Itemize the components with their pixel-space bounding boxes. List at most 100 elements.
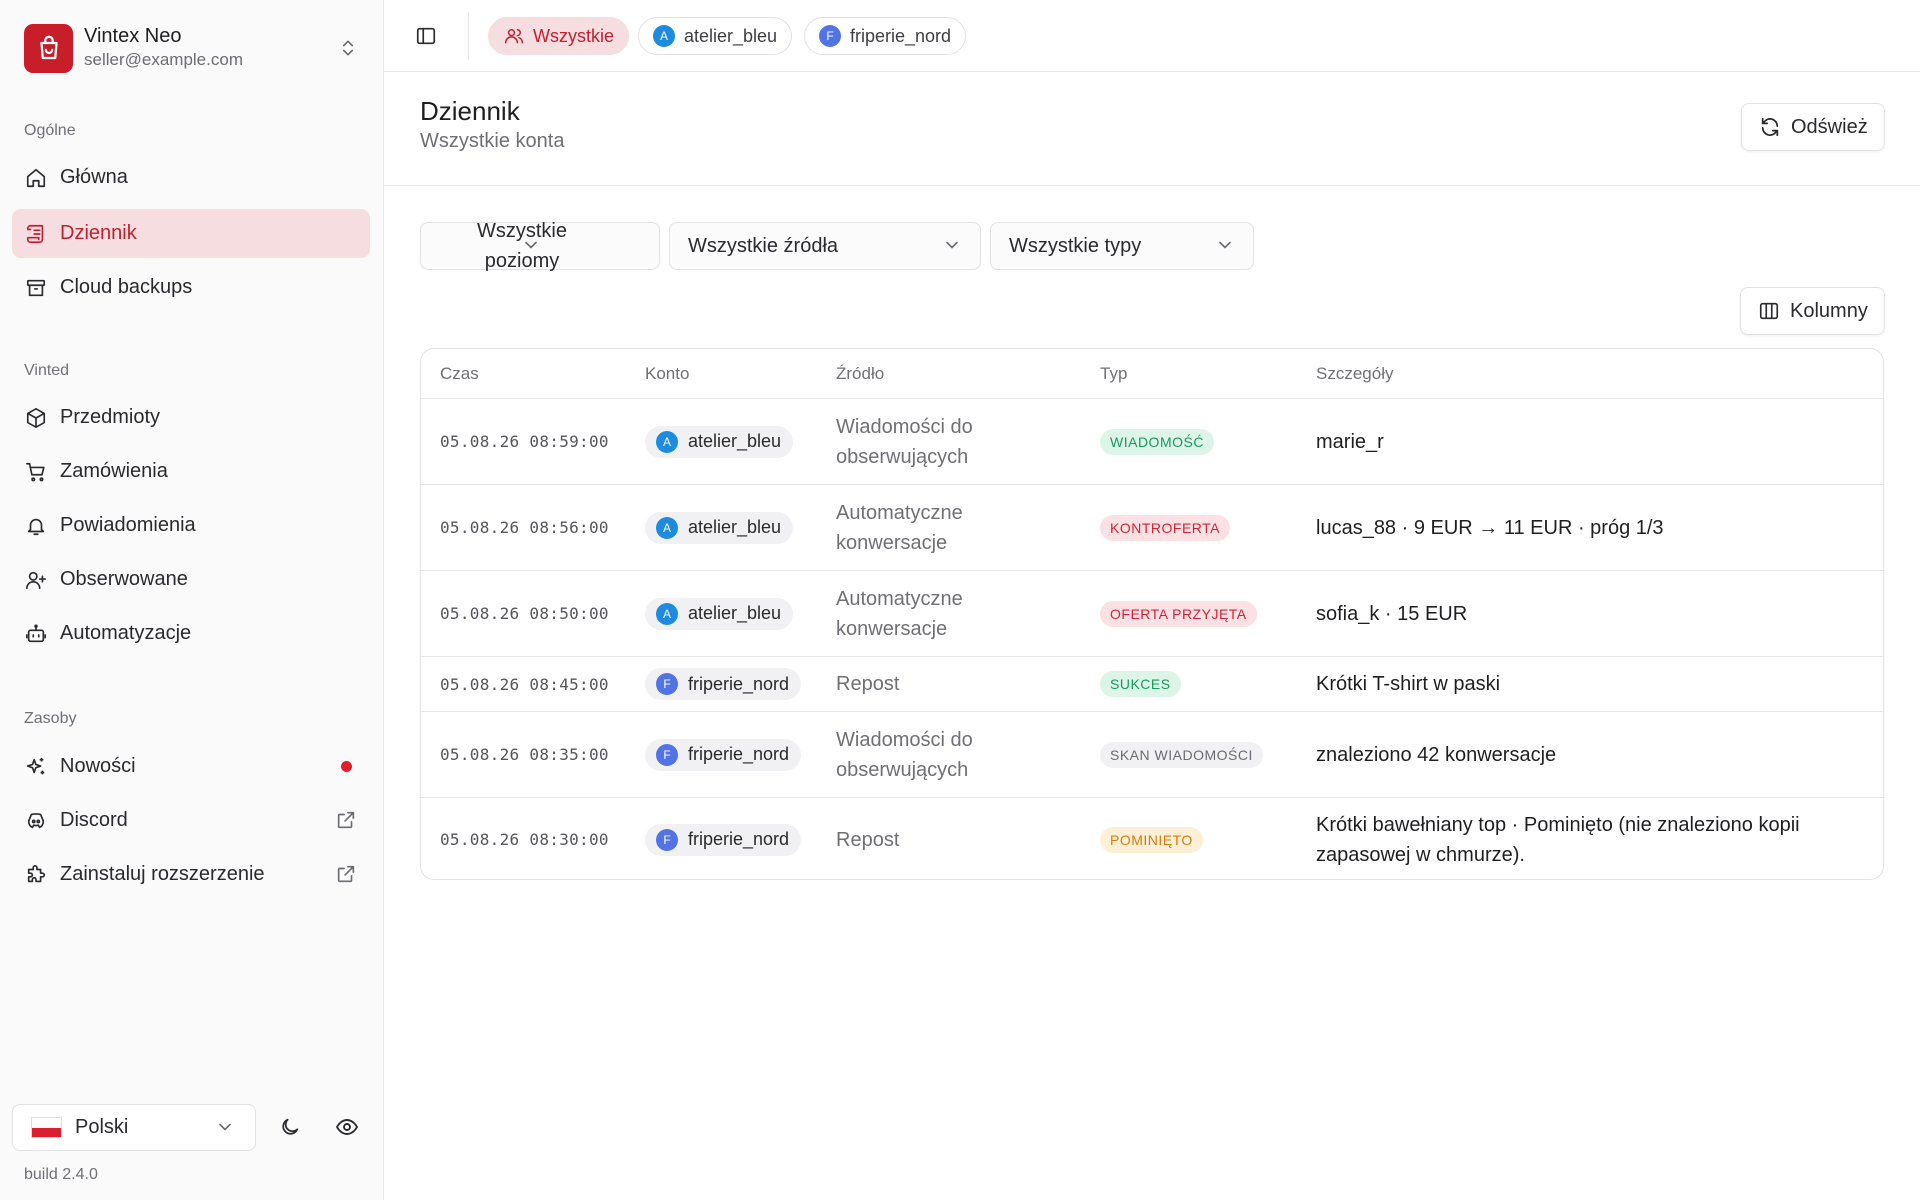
account-chip-atelier-bleu[interactable]: A atelier_bleu [638, 17, 793, 55]
bell-icon [24, 514, 48, 538]
refresh-icon [1758, 115, 1782, 139]
type-filter-select[interactable]: Wszystkie typy [990, 222, 1254, 270]
account-chip-friperie-nord[interactable]: F friperie_nord [804, 17, 967, 55]
account-pill: Aatelier_bleu [645, 511, 794, 544]
avatar: F [656, 743, 678, 766]
account-name: friperie_nord [688, 744, 790, 764]
column-header-details[interactable]: Szczegóły [1316, 364, 1393, 384]
sidebar-item-orders[interactable]: Zamówienia [12, 447, 370, 496]
sidebar-item-label: Główna [60, 166, 128, 188]
user-plus-icon [24, 568, 48, 592]
avatar: A [656, 602, 678, 625]
type-badge: OFERTA PRZYJĘTA [1100, 600, 1257, 627]
sidebar-item-label: Obserwowane [60, 568, 188, 590]
row-details: Krótki T-shirt w paski [1316, 673, 1501, 695]
bot-icon [24, 622, 48, 646]
level-filter-select[interactable]: Wszystkie poziomy [420, 220, 660, 272]
row-source: Automatyczne konwersacje [836, 501, 963, 554]
account-chip-all[interactable]: Wszystkie [488, 17, 629, 55]
page-subtitle: Wszystkie konta [420, 130, 565, 152]
account-pill: Aatelier_bleu [645, 425, 794, 458]
section-label-resources: Zasoby [24, 710, 77, 727]
account-pill: Ffriperie_nord [645, 738, 802, 771]
avatar: A [653, 25, 675, 47]
account-switcher[interactable]: Vintex Neo seller@example.com [24, 22, 360, 74]
sidebar-item-notifications[interactable]: Powiadomienia [12, 501, 370, 550]
language-select[interactable]: Polski [12, 1104, 256, 1151]
sidebar-item-label: Zamówienia [60, 460, 168, 482]
avatar: A [656, 516, 678, 539]
refresh-button[interactable]: Odśwież [1741, 103, 1885, 151]
account-name: atelier_bleu [688, 431, 782, 451]
avatar: F [656, 673, 678, 695]
sidebar-item-label: Dziennik [60, 222, 137, 244]
column-header-type[interactable]: Typ [1100, 364, 1127, 384]
brand-logo [24, 23, 73, 73]
table-row[interactable]: 05.08.26 08:30:00 Ffriperie_nord Repost … [421, 798, 1883, 879]
eye-icon[interactable] [333, 1113, 361, 1141]
log-table: Czas Konto Źródło Typ Szczegóły 05.08.26… [420, 348, 1884, 880]
column-header-account[interactable]: Konto [645, 364, 689, 384]
column-header-source[interactable]: Źródło [836, 364, 884, 384]
sidebar-item-label: Cloud backups [60, 276, 193, 298]
row-details: Krótki bawełniany top · Pominięto (nie z… [1316, 813, 1800, 866]
box-icon [24, 406, 48, 430]
avatar: F [819, 25, 841, 47]
columns-label: Kolumny [1790, 299, 1868, 322]
sidebar-item-cloud-backups[interactable]: Cloud backups [12, 263, 370, 312]
page-header: Dziennik Wszystkie konta Odśwież [384, 72, 1920, 186]
row-time: 05.08.26 08:45:00 [440, 674, 609, 694]
external-link-icon [334, 862, 358, 886]
chevrons-up-down-icon [336, 36, 360, 60]
page-title: Dziennik [420, 96, 520, 126]
sidebar-item-automations[interactable]: Automatyzacje [12, 609, 370, 658]
row-source: Automatyczne konwersacje [836, 587, 963, 640]
discord-icon [24, 809, 48, 833]
row-source: Wiadomości do obserwujących [836, 415, 973, 468]
sidebar-item-label: Zainstaluj rozszerzenie [60, 863, 265, 885]
unread-dot [334, 754, 358, 778]
users-icon [503, 25, 525, 47]
account-pill: Aatelier_bleu [645, 597, 794, 630]
sidebar-item-items[interactable]: Przedmioty [12, 393, 370, 442]
row-time: 05.08.26 08:30:00 [440, 830, 609, 849]
account-pill: Ffriperie_nord [645, 668, 802, 700]
sidebar-toggle-icon[interactable] [412, 22, 440, 50]
chevron-down-icon [942, 235, 962, 255]
type-badge: KONTROFERTA [1100, 514, 1230, 541]
row-source: Repost [836, 828, 900, 851]
moon-icon[interactable] [276, 1113, 304, 1141]
source-filter-select[interactable]: Wszystkie źródła [669, 222, 981, 270]
sidebar-item-discord[interactable]: Discord [12, 796, 370, 845]
type-badge: POMINIĘTO [1100, 826, 1203, 853]
row-details: marie_r [1316, 430, 1384, 453]
section-label-general: Ogólne [24, 122, 76, 139]
type-badge: SUKCES [1100, 671, 1181, 697]
column-header-time[interactable]: Czas [440, 364, 479, 384]
row-time: 05.08.26 08:56:00 [440, 518, 609, 537]
chevron-down-icon [215, 1117, 235, 1137]
language-label: Polski [75, 1116, 129, 1138]
sidebar-item-news[interactable]: Nowości [12, 742, 370, 791]
sidebar-item-label: Powiadomienia [60, 514, 196, 536]
sidebar: Vintex Neo seller@example.com Ogólne Głó… [0, 0, 384, 1200]
table-row[interactable]: 05.08.26 08:35:00 Ffriperie_nord Wiadomo… [421, 712, 1883, 798]
row-details: znaleziono 42 konwersacje [1316, 743, 1557, 766]
sidebar-item-followed[interactable]: Obserwowane [12, 555, 370, 604]
row-time: 05.08.26 08:35:00 [440, 745, 609, 764]
table-row[interactable]: 05.08.26 08:50:00 Aatelier_bleu Automaty… [421, 571, 1883, 657]
sidebar-item-log[interactable]: Dziennik [12, 209, 370, 258]
sidebar-item-install-extension[interactable]: Zainstaluj rozszerzenie [12, 850, 370, 899]
table-row[interactable]: 05.08.26 08:45:00 Ffriperie_nord Repost … [421, 657, 1883, 712]
build-version: build 2.4.0 [24, 1166, 98, 1183]
type-filter-value: Wszystkie typy [1009, 234, 1142, 257]
account-pill: Ffriperie_nord [645, 823, 802, 856]
columns-button[interactable]: Kolumny [1740, 287, 1885, 335]
source-filter-value: Wszystkie źródła [688, 234, 839, 257]
sidebar-item-home[interactable]: Główna [12, 153, 370, 202]
table-row[interactable]: 05.08.26 08:56:00 Aatelier_bleu Automaty… [421, 485, 1883, 571]
account-name: friperie_nord [688, 673, 790, 694]
table-row[interactable]: 05.08.26 08:59:00 Aatelier_bleu Wiadomoś… [421, 399, 1883, 485]
brand-name: Vintex Neo [84, 25, 182, 47]
row-time: 05.08.26 08:59:00 [440, 432, 609, 451]
